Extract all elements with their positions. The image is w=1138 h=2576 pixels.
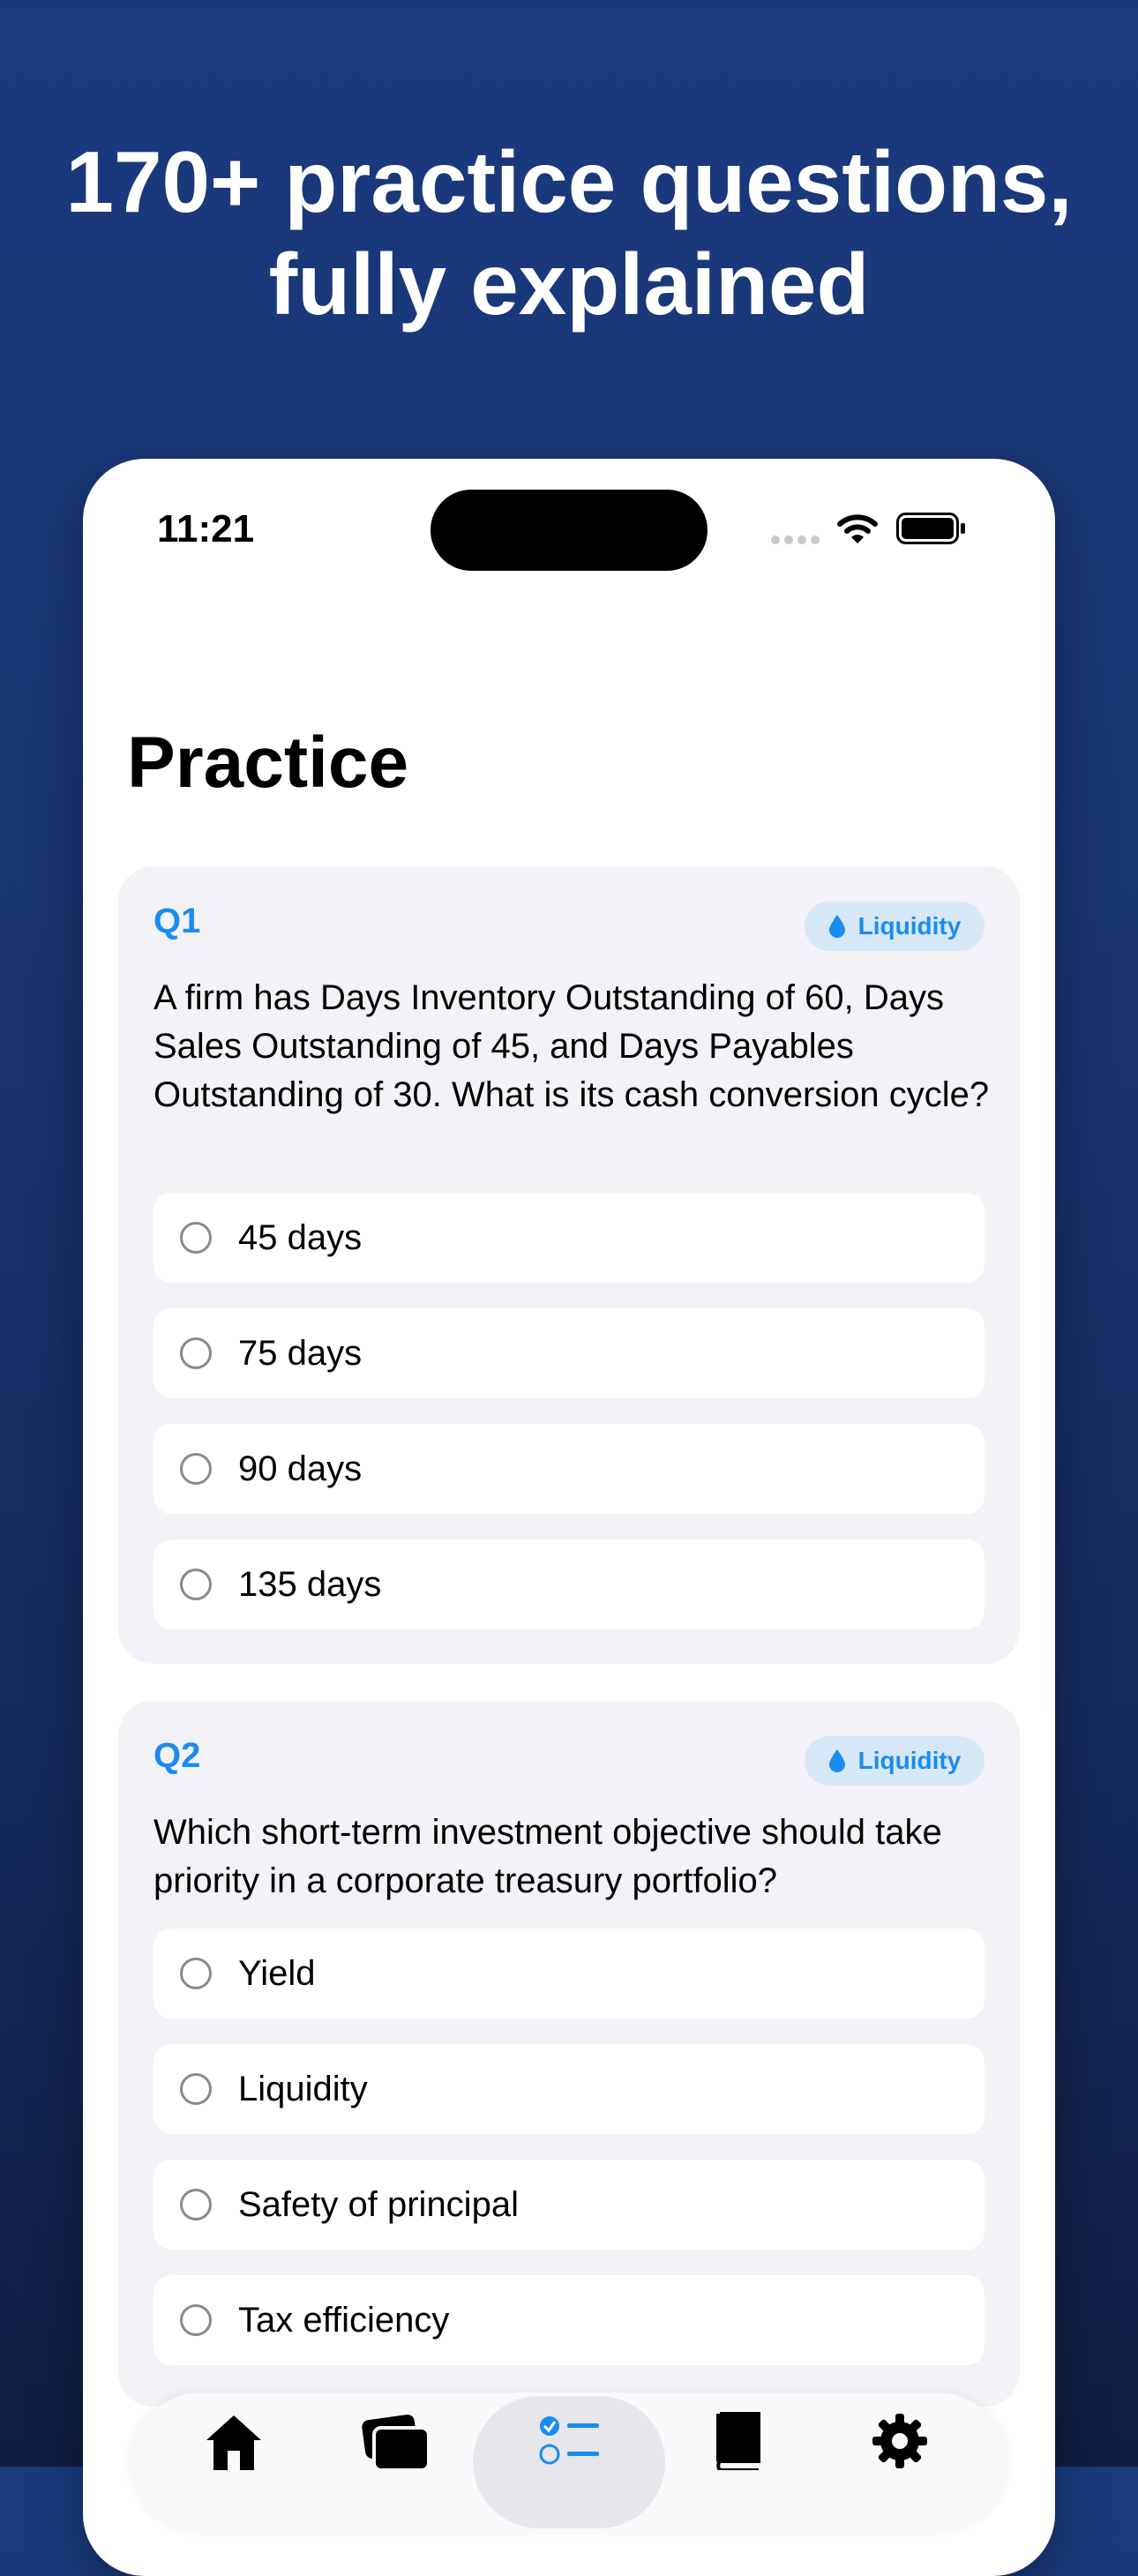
answer-option-label: Yield bbox=[238, 1953, 316, 1993]
topic-badge: Liquidity bbox=[805, 902, 985, 951]
answer-option[interactable]: 45 days bbox=[153, 1193, 985, 1283]
cellular-signal-icon bbox=[771, 535, 820, 546]
answer-option-label: Tax efficiency bbox=[238, 2300, 450, 2340]
radio-button[interactable] bbox=[180, 2304, 212, 2336]
answer-option-label: Liquidity bbox=[238, 2069, 368, 2108]
page-title: Practice bbox=[127, 723, 409, 803]
question-number: Q2 bbox=[153, 1736, 201, 1775]
question-text: Which short-term investment objective sh… bbox=[153, 1813, 942, 1900]
topic-badge: Liquidity bbox=[805, 1736, 985, 1786]
answer-option[interactable]: 75 days bbox=[153, 1308, 985, 1398]
tab-practice[interactable] bbox=[535, 2412, 605, 2482]
answer-option[interactable]: Tax efficiency bbox=[153, 2275, 985, 2365]
status-time: 11:21 bbox=[156, 507, 255, 550]
answer-option[interactable]: Liquidity bbox=[153, 2044, 985, 2134]
dynamic-island bbox=[430, 490, 708, 571]
tab-flashcards[interactable] bbox=[362, 2412, 432, 2482]
answer-option-label: 75 days bbox=[238, 1333, 363, 1373]
battery-icon bbox=[896, 513, 965, 544]
drop-icon bbox=[828, 915, 845, 938]
topic-badge-label: Liquidity bbox=[857, 912, 962, 940]
question-card: Q1 Liquidity A firm has Days Inventory O… bbox=[118, 866, 1020, 1664]
checklist-icon bbox=[539, 2416, 599, 2465]
question-number: Q1 bbox=[153, 902, 201, 940]
answer-option-label: Safety of principal bbox=[238, 2184, 519, 2224]
answer-option[interactable]: Safety of principal bbox=[153, 2160, 985, 2250]
question-text: A firm has Days Inventory Outstanding of… bbox=[153, 978, 990, 1114]
radio-button[interactable] bbox=[180, 1453, 212, 1485]
radio-button[interactable] bbox=[180, 1337, 212, 1369]
answer-option[interactable]: 135 days bbox=[153, 1539, 985, 1629]
book-icon bbox=[716, 2412, 760, 2470]
cards-icon bbox=[362, 2415, 430, 2470]
tab-home[interactable] bbox=[198, 2412, 269, 2482]
radio-button[interactable] bbox=[180, 1222, 212, 1254]
answer-option-label: 135 days bbox=[238, 1564, 382, 1604]
tab-library[interactable] bbox=[702, 2412, 773, 2482]
topic-badge-label: Liquidity bbox=[857, 1747, 962, 1774]
question-card: Q2 Liquidity Which short-term investment… bbox=[118, 1701, 1020, 2407]
tab-bar bbox=[131, 2393, 1007, 2534]
tab-settings[interactable] bbox=[865, 2412, 935, 2482]
marketing-headline: 170+ practice questions, fully explained bbox=[0, 131, 1138, 335]
answer-option[interactable]: Yield bbox=[153, 1928, 985, 2018]
answer-option-label: 90 days bbox=[238, 1449, 363, 1488]
headline-line-2: fully explained bbox=[268, 236, 870, 333]
gear-icon bbox=[872, 2414, 927, 2468]
headline-line-1: 170+ practice questions, bbox=[65, 133, 1073, 230]
drop-icon bbox=[828, 1749, 845, 1772]
radio-button[interactable] bbox=[180, 2073, 212, 2105]
answer-option[interactable]: 90 days bbox=[153, 1424, 985, 1514]
wifi-icon bbox=[837, 514, 878, 543]
radio-button[interactable] bbox=[180, 2189, 212, 2220]
house-icon bbox=[206, 2415, 261, 2470]
answer-option-label: 45 days bbox=[238, 1217, 363, 1257]
radio-button[interactable] bbox=[180, 1958, 212, 1989]
radio-button[interactable] bbox=[180, 1569, 212, 1600]
